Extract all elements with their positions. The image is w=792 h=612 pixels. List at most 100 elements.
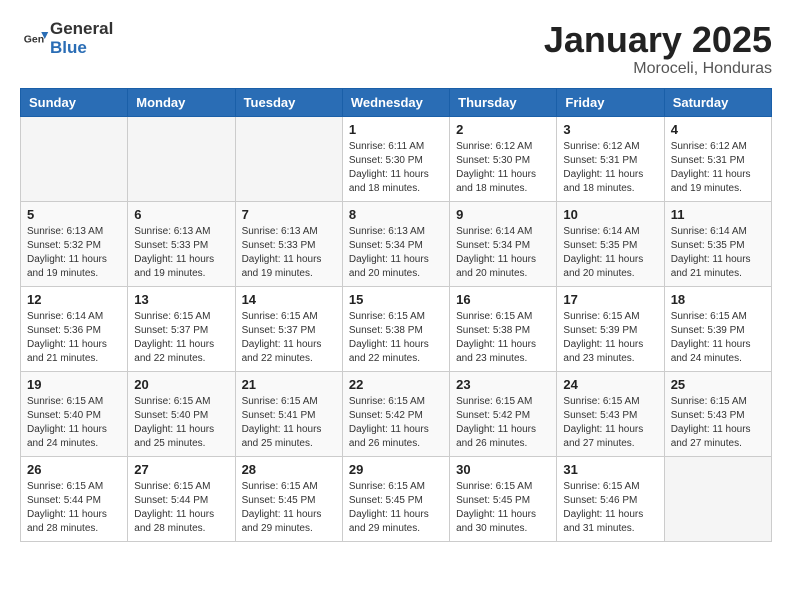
day-number: 4	[671, 122, 765, 137]
day-number: 12	[27, 292, 121, 307]
calendar-cell: 15 Sunrise: 6:15 AM Sunset: 5:38 PM Dayli…	[342, 286, 449, 371]
day-number: 24	[563, 377, 657, 392]
calendar-week-5: 26 Sunrise: 6:15 AM Sunset: 5:44 PM Dayli…	[21, 456, 772, 541]
calendar-cell: 8Sunrise: 6:13 AM Sunset: 5:34 PM Daylig…	[342, 201, 449, 286]
day-number: 2	[456, 122, 550, 137]
day-number: 15	[349, 292, 443, 307]
day-info: Sunrise: 6:14 AM Sunset: 5:36 PM Dayligh…	[27, 310, 121, 366]
day-number: 1	[349, 122, 443, 137]
weekday-header-sunday: Sunday	[21, 88, 128, 116]
weekday-header-thursday: Thursday	[450, 88, 557, 116]
day-info: Sunrise: 6:15 AM Sunset: 5:38 PM Dayligh…	[456, 310, 550, 366]
day-info: Sunrise: 6:13 AM Sunset: 5:32 PM Dayligh…	[27, 225, 121, 281]
day-info: Sunrise: 6:15 AM Sunset: 5:40 PM Dayligh…	[27, 395, 121, 451]
day-info: Sunrise: 6:15 AM Sunset: 5:45 PM Dayligh…	[349, 480, 443, 536]
day-number: 30	[456, 462, 550, 477]
day-number: 7	[242, 207, 336, 222]
weekday-header-friday: Friday	[557, 88, 664, 116]
day-number: 20	[134, 377, 228, 392]
day-number: 3	[563, 122, 657, 137]
calendar-cell: 1 Sunrise: 6:11 AM Sunset: 5:30 PM Daylig…	[342, 116, 449, 201]
day-info: Sunrise: 6:14 AM Sunset: 5:35 PM Dayligh…	[563, 225, 657, 281]
svg-text:Gen: Gen	[24, 33, 44, 45]
day-number: 18	[671, 292, 765, 307]
day-info: Sunrise: 6:13 AM Sunset: 5:33 PM Dayligh…	[242, 225, 336, 281]
day-number: 26	[27, 462, 121, 477]
calendar-cell: 28Sunrise: 6:15 AM Sunset: 5:45 PM Dayli…	[235, 456, 342, 541]
day-info: Sunrise: 6:12 AM Sunset: 5:31 PM Dayligh…	[671, 140, 765, 196]
calendar-cell: 22 Sunrise: 6:15 AM Sunset: 5:42 PM Dayli…	[342, 371, 449, 456]
title-block: January 2025 Moroceli, Honduras	[544, 20, 772, 78]
weekday-header-saturday: Saturday	[664, 88, 771, 116]
day-number: 28	[242, 462, 336, 477]
calendar-cell: 25Sunrise: 6:15 AM Sunset: 5:43 PM Dayli…	[664, 371, 771, 456]
day-number: 22	[349, 377, 443, 392]
calendar-cell	[128, 116, 235, 201]
logo-general: General	[50, 20, 113, 39]
calendar-cell: 10 Sunrise: 6:14 AM Sunset: 5:35 PM Dayli…	[557, 201, 664, 286]
calendar-cell: 14 Sunrise: 6:15 AM Sunset: 5:37 PM Dayli…	[235, 286, 342, 371]
calendar-cell: 13Sunrise: 6:15 AM Sunset: 5:37 PM Dayli…	[128, 286, 235, 371]
day-number: 21	[242, 377, 336, 392]
calendar-cell	[235, 116, 342, 201]
day-info: Sunrise: 6:15 AM Sunset: 5:46 PM Dayligh…	[563, 480, 657, 536]
day-number: 29	[349, 462, 443, 477]
calendar-week-2: 5Sunrise: 6:13 AM Sunset: 5:32 PM Daylig…	[21, 201, 772, 286]
calendar-week-1: 1 Sunrise: 6:11 AM Sunset: 5:30 PM Daylig…	[21, 116, 772, 201]
calendar-cell: 24 Sunrise: 6:15 AM Sunset: 5:43 PM Dayli…	[557, 371, 664, 456]
calendar-cell: 6 Sunrise: 6:13 AM Sunset: 5:33 PM Daylig…	[128, 201, 235, 286]
calendar-cell: 29 Sunrise: 6:15 AM Sunset: 5:45 PM Dayli…	[342, 456, 449, 541]
day-info: Sunrise: 6:15 AM Sunset: 5:42 PM Dayligh…	[349, 395, 443, 451]
day-number: 25	[671, 377, 765, 392]
day-info: Sunrise: 6:11 AM Sunset: 5:30 PM Dayligh…	[349, 140, 443, 196]
day-info: Sunrise: 6:15 AM Sunset: 5:39 PM Dayligh…	[671, 310, 765, 366]
day-info: Sunrise: 6:12 AM Sunset: 5:31 PM Dayligh…	[563, 140, 657, 196]
calendar-cell: 18 Sunrise: 6:15 AM Sunset: 5:39 PM Dayli…	[664, 286, 771, 371]
day-info: Sunrise: 6:15 AM Sunset: 5:45 PM Dayligh…	[456, 480, 550, 536]
day-info: Sunrise: 6:15 AM Sunset: 5:38 PM Dayligh…	[349, 310, 443, 366]
calendar-week-4: 19 Sunrise: 6:15 AM Sunset: 5:40 PM Dayli…	[21, 371, 772, 456]
calendar-cell: 9 Sunrise: 6:14 AM Sunset: 5:34 PM Daylig…	[450, 201, 557, 286]
day-info: Sunrise: 6:15 AM Sunset: 5:44 PM Dayligh…	[134, 480, 228, 536]
weekday-header-wednesday: Wednesday	[342, 88, 449, 116]
calendar-cell: 3 Sunrise: 6:12 AM Sunset: 5:31 PM Daylig…	[557, 116, 664, 201]
calendar-cell: 23Sunrise: 6:15 AM Sunset: 5:42 PM Dayli…	[450, 371, 557, 456]
calendar-cell: 2Sunrise: 6:12 AM Sunset: 5:30 PM Daylig…	[450, 116, 557, 201]
day-number: 31	[563, 462, 657, 477]
calendar-cell	[664, 456, 771, 541]
weekday-header-tuesday: Tuesday	[235, 88, 342, 116]
calendar-cell: 19 Sunrise: 6:15 AM Sunset: 5:40 PM Dayli…	[21, 371, 128, 456]
calendar-cell: 30 Sunrise: 6:15 AM Sunset: 5:45 PM Dayli…	[450, 456, 557, 541]
calendar-week-3: 12 Sunrise: 6:14 AM Sunset: 5:36 PM Dayli…	[21, 286, 772, 371]
weekday-header-monday: Monday	[128, 88, 235, 116]
day-number: 9	[456, 207, 550, 222]
day-info: Sunrise: 6:13 AM Sunset: 5:33 PM Dayligh…	[134, 225, 228, 281]
calendar-cell: 20Sunrise: 6:15 AM Sunset: 5:40 PM Dayli…	[128, 371, 235, 456]
day-info: Sunrise: 6:14 AM Sunset: 5:34 PM Dayligh…	[456, 225, 550, 281]
calendar-table: SundayMondayTuesdayWednesdayThursdayFrid…	[20, 88, 772, 542]
calendar-cell: 21 Sunrise: 6:15 AM Sunset: 5:41 PM Dayli…	[235, 371, 342, 456]
calendar-cell: 5Sunrise: 6:13 AM Sunset: 5:32 PM Daylig…	[21, 201, 128, 286]
month-title: January 2025	[544, 20, 772, 60]
day-number: 17	[563, 292, 657, 307]
calendar-cell	[21, 116, 128, 201]
day-number: 19	[27, 377, 121, 392]
day-info: Sunrise: 6:15 AM Sunset: 5:41 PM Dayligh…	[242, 395, 336, 451]
day-number: 6	[134, 207, 228, 222]
day-info: Sunrise: 6:15 AM Sunset: 5:37 PM Dayligh…	[242, 310, 336, 366]
calendar-cell: 12 Sunrise: 6:14 AM Sunset: 5:36 PM Dayli…	[21, 286, 128, 371]
logo-blue: Blue	[50, 39, 113, 58]
calendar-cell: 16Sunrise: 6:15 AM Sunset: 5:38 PM Dayli…	[450, 286, 557, 371]
day-number: 13	[134, 292, 228, 307]
day-number: 27	[134, 462, 228, 477]
location-subtitle: Moroceli, Honduras	[544, 60, 772, 78]
calendar-cell: 4 Sunrise: 6:12 AM Sunset: 5:31 PM Daylig…	[664, 116, 771, 201]
weekday-header-row: SundayMondayTuesdayWednesdayThursdayFrid…	[21, 88, 772, 116]
calendar-cell: 26Sunrise: 6:15 AM Sunset: 5:44 PM Dayli…	[21, 456, 128, 541]
day-number: 10	[563, 207, 657, 222]
day-number: 14	[242, 292, 336, 307]
calendar-cell: 31 Sunrise: 6:15 AM Sunset: 5:46 PM Dayli…	[557, 456, 664, 541]
day-info: Sunrise: 6:15 AM Sunset: 5:39 PM Dayligh…	[563, 310, 657, 366]
day-info: Sunrise: 6:15 AM Sunset: 5:43 PM Dayligh…	[563, 395, 657, 451]
day-info: Sunrise: 6:15 AM Sunset: 5:42 PM Dayligh…	[456, 395, 550, 451]
